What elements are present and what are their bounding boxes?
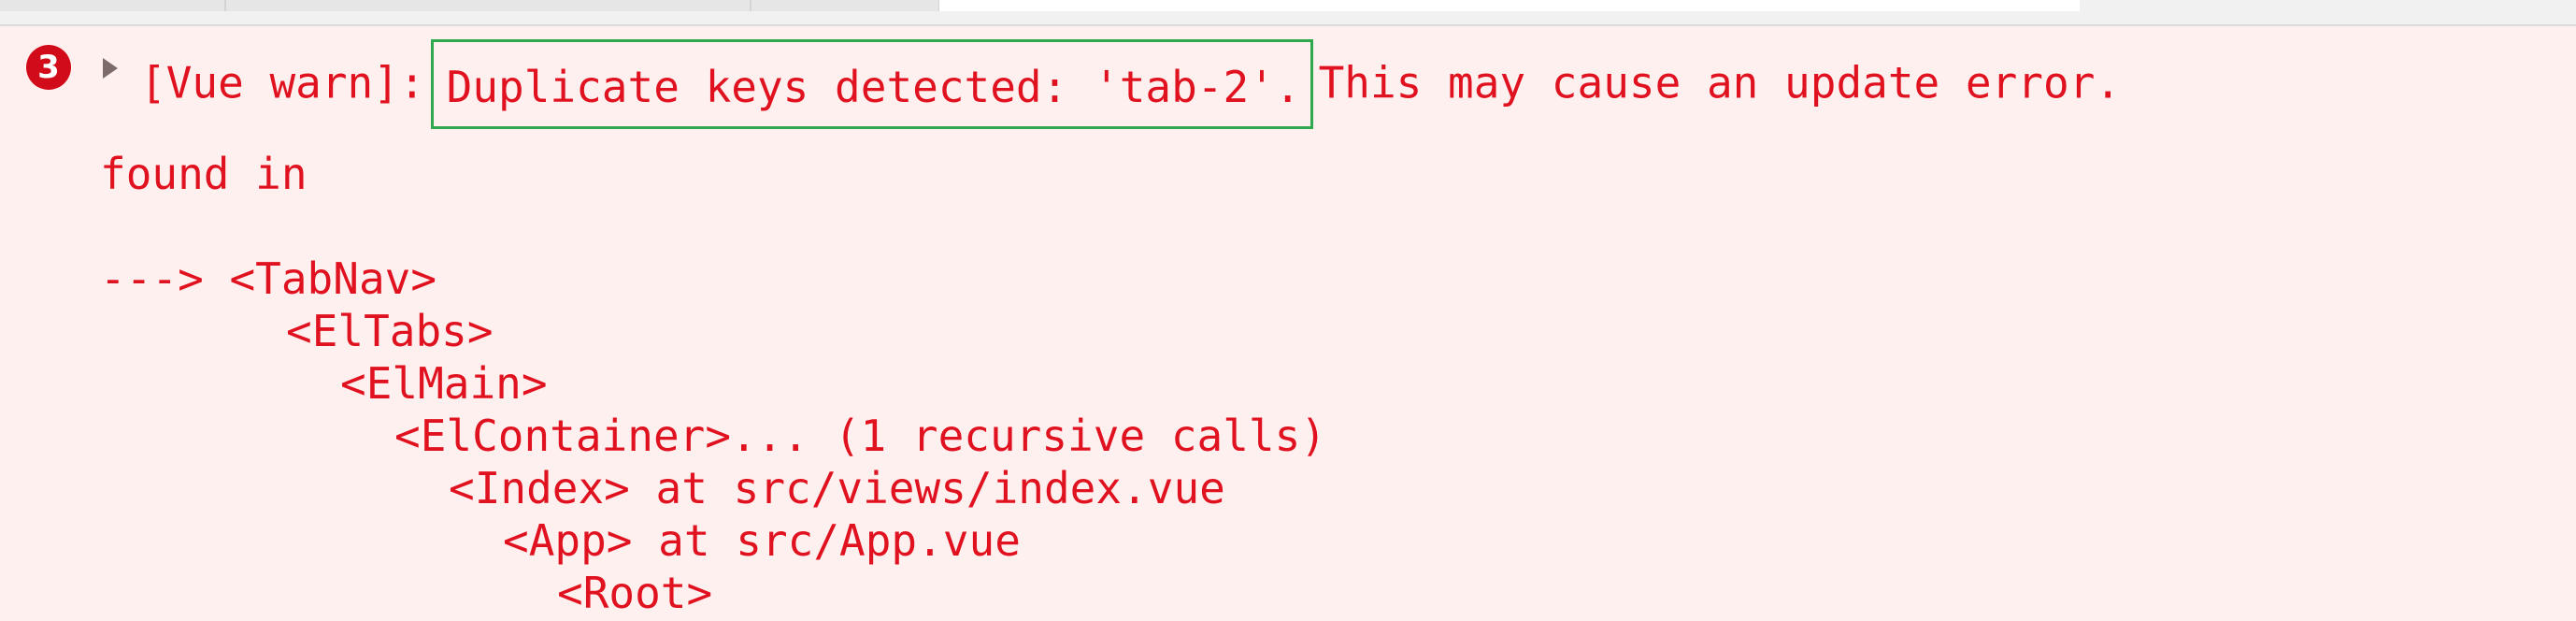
component-stack-line: <Root> (557, 568, 713, 618)
error-count-badge: 3 (26, 45, 71, 90)
top-bar-segment (0, 0, 226, 11)
top-bar-segment (751, 0, 940, 11)
top-bar-segment (226, 0, 751, 11)
component-stack-line: <App> at src/App.vue (503, 515, 1021, 566)
expand-triangle-icon[interactable] (103, 58, 118, 79)
error-message-suffix: This may cause an update error. (1318, 57, 2122, 108)
component-stack-line: <ElMain> (340, 358, 548, 409)
component-stack-line: <Index> at src/views/index.vue (449, 463, 1225, 513)
found-in-label: found in (100, 149, 308, 199)
component-stack-line: <ElContainer>... (1 recursive calls) (394, 411, 1326, 461)
highlighted-duplicate-key-text: Duplicate keys detected: 'tab-2'. (430, 39, 1313, 129)
component-stack-line: <ElTabs> (286, 306, 494, 356)
console-error-entry: 3 [Vue warn]: Duplicate keys detected: 't… (0, 26, 2576, 621)
vue-warn-prefix: [Vue warn]: (140, 57, 425, 108)
component-stack-line: ---> <TabNav> (100, 253, 437, 304)
top-bar-input-strip (939, 0, 2080, 11)
devtools-top-bar (0, 0, 2576, 26)
error-message-line: [Vue warn]: Duplicate keys detected: 'tab… (140, 39, 2122, 131)
